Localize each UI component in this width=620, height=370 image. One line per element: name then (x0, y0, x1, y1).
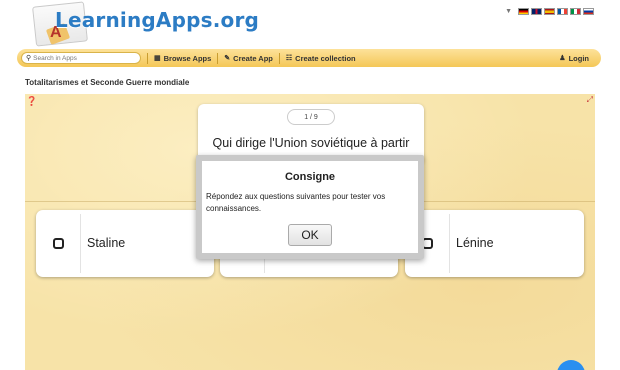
flag-de-icon[interactable] (518, 8, 529, 15)
help-icon[interactable]: ❓ (26, 96, 37, 107)
flag-fr-icon[interactable] (557, 8, 568, 15)
pencil-icon: ✎ (224, 55, 231, 62)
question-text: Qui dirige l'Union soviétique à partir (212, 136, 410, 150)
question-counter: 1 / 9 (287, 109, 335, 125)
navbar: ⚲ Search in Apps ▦ Browse Apps ✎ Create … (17, 49, 601, 67)
answer-divider (80, 214, 81, 273)
answer-checkbox[interactable] (53, 238, 64, 249)
ok-button[interactable]: OK (288, 224, 332, 246)
create-app-link[interactable]: ✎ Create App (224, 54, 273, 63)
logo[interactable]: A LearningApps.org (22, 0, 259, 48)
nav-divider (147, 52, 148, 64)
search-icon: ⚲ (26, 55, 32, 62)
page-title: Totalitarismes et Seconde Guerre mondial… (25, 78, 190, 87)
answer-divider (449, 214, 450, 273)
login-link[interactable]: ♟ Login (559, 54, 589, 63)
grid-icon: ▦ (154, 55, 161, 62)
logo-text: LearningApps.org (55, 8, 260, 32)
answer-option-1[interactable]: Staline (36, 210, 214, 277)
flag-es-icon[interactable] (544, 8, 555, 15)
dialog-body: Répondez aux questions suivantes pour te… (206, 192, 386, 213)
create-collection-label: Create collection (295, 53, 356, 63)
instruction-dialog: Consigne Répondez aux questions suivante… (196, 155, 424, 259)
nav-divider (278, 52, 280, 64)
floating-action-button[interactable] (557, 360, 585, 370)
flag-ru-icon[interactable] (583, 8, 594, 15)
flag-gb-icon[interactable] (531, 8, 542, 15)
language-selector[interactable]: ▼ (505, 8, 594, 15)
search-input[interactable]: ⚲ Search in Apps (21, 52, 141, 64)
dialog-title: Consigne (284, 171, 336, 183)
create-app-label: Create App (233, 53, 273, 63)
browse-apps-link[interactable]: ▦ Browse Apps (154, 54, 211, 63)
flag-it-icon[interactable] (570, 8, 581, 15)
nav-divider (217, 52, 219, 64)
header: A LearningApps.org ▼ (0, 0, 620, 48)
answer-label: Lénine (456, 236, 494, 250)
answer-option-3[interactable]: Lénine (405, 210, 584, 277)
browse-apps-label: Browse Apps (163, 53, 212, 63)
collection-icon: ☷ (285, 55, 293, 62)
search-placeholder: Search in Apps (33, 54, 77, 62)
fullscreen-icon[interactable]: ⤢ (587, 95, 593, 105)
login-label: Login (568, 53, 589, 63)
create-collection-link[interactable]: ☷ Create collection (286, 54, 356, 63)
user-icon: ♟ (559, 55, 566, 62)
answer-label: Staline (87, 236, 126, 250)
dropdown-arrow-icon[interactable]: ▼ (505, 8, 512, 15)
